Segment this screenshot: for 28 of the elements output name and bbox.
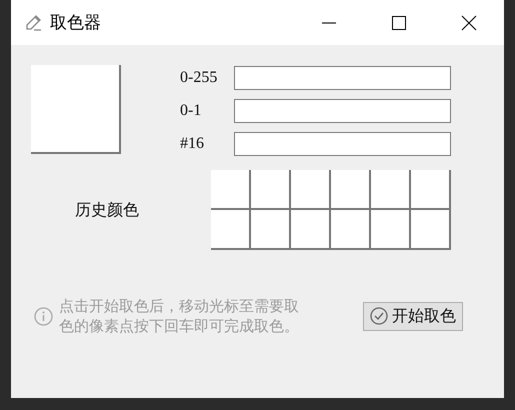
history-label: 历史颜色 <box>74 200 140 220</box>
color-swatch[interactable] <box>331 210 371 250</box>
start-button[interactable]: 开始取色 <box>363 302 463 330</box>
close-icon <box>461 14 477 30</box>
field-label: 0-1 <box>180 102 202 120</box>
color-swatch[interactable] <box>211 170 251 210</box>
input-field[interactable] <box>234 66 451 90</box>
check-circle-icon <box>370 307 388 325</box>
pencil-icon <box>25 14 42 31</box>
color-swatch[interactable] <box>211 210 251 250</box>
color-swatch[interactable] <box>251 210 291 250</box>
color-swatch[interactable] <box>251 170 291 210</box>
field-label: 0-255 <box>180 69 218 87</box>
input-field[interactable] <box>234 132 451 156</box>
color-swatch[interactable] <box>371 210 411 250</box>
color-swatch[interactable] <box>331 170 371 210</box>
color-swatch[interactable] <box>411 210 451 250</box>
color-swatch[interactable] <box>291 170 331 210</box>
minimize-icon <box>321 22 337 24</box>
hint-text: 点击开始取色后，移动光标至需要取 色的像素点按下回车即可完成取色。 <box>59 296 300 336</box>
color-swatch[interactable] <box>411 170 451 210</box>
field-label: #16 <box>180 135 205 153</box>
color-swatch[interactable] <box>291 210 331 250</box>
input-field[interactable] <box>234 99 451 123</box>
color-swatch[interactable] <box>371 170 411 210</box>
window-title: 取色器 <box>50 12 101 34</box>
maximize-icon <box>391 14 407 30</box>
info-icon <box>34 306 53 326</box>
